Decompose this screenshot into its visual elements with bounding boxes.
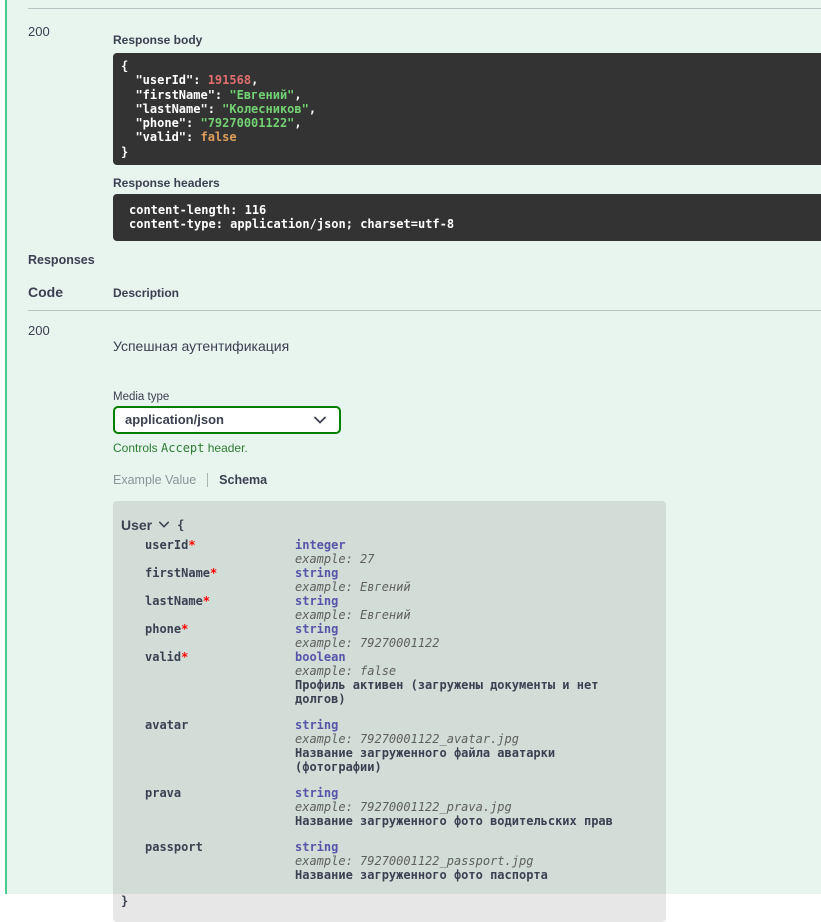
media-type-select[interactable]: application/json	[113, 405, 341, 434]
chevron-down-icon	[313, 415, 327, 425]
required-star: *	[181, 621, 189, 636]
accept-header-code: Accept	[161, 440, 205, 455]
field-example: example: 79270001122_avatar.jpg	[295, 731, 519, 746]
field-name: phone*	[145, 621, 189, 636]
model-field-row: avatar string example: 79270001122_avatar.…	[121, 718, 646, 774]
field-type: integer	[295, 537, 346, 552]
tab-example-value[interactable]: Example Value	[113, 473, 196, 487]
model-field-row: phone* string example: 79270001122	[121, 622, 646, 650]
model-field-row: firstName* string example: Евгений	[121, 566, 646, 594]
field-type: string	[295, 621, 339, 636]
field-description: Профиль активен (загружены документы и н…	[295, 677, 599, 706]
response-body-label: Response body	[113, 33, 203, 47]
field-name: avatar	[145, 717, 189, 732]
field-example: example: Евгений	[295, 607, 411, 622]
model-field-row: userId* integer example: 27	[121, 538, 646, 566]
media-type-label: Media type	[113, 390, 170, 403]
model-close-brace: }	[121, 893, 129, 908]
live-response-status-code: 200	[28, 24, 50, 39]
model-field-row: valid* boolean example: false Профиль актив…	[121, 650, 646, 706]
field-type: string	[295, 717, 339, 732]
field-description: Название загруженного файла аватарки (фо…	[295, 745, 556, 774]
field-example: example: 79270001122_passport.jpg	[295, 853, 534, 868]
field-type: string	[295, 785, 339, 800]
field-type: string	[295, 565, 339, 580]
responses-table-head: Code Description	[28, 284, 821, 300]
response-description: Успешная аутентификация	[113, 337, 290, 354]
model-open-brace: {	[177, 517, 185, 532]
model-field-row: prava string example: 79270001122_prava.jp…	[121, 786, 646, 828]
field-name: passport	[145, 839, 203, 854]
operation-block: 200 Response body { "userId": 191568, "f…	[5, 0, 821, 922]
response-doc-status-code: 200	[28, 322, 50, 338]
controls-accept-note: Controls Accept header.	[113, 440, 248, 455]
field-example: example: 79270001122_prava.jpg	[295, 799, 512, 814]
description-column-header: Description	[113, 285, 180, 300]
response-headers-label: Response headers	[113, 176, 220, 191]
model-fields: userId* integer example: 27 firstName* strin…	[121, 538, 646, 882]
response-headers-code: content-length: 116 content-type: applica…	[113, 194, 821, 241]
field-example: example: Евгений	[295, 579, 411, 594]
code-column-header: Code	[28, 283, 63, 300]
field-name: firstName*	[145, 565, 218, 580]
model-field-row: lastName* string example: Евгений	[121, 594, 646, 622]
field-name: valid*	[145, 649, 189, 664]
field-name: lastName*	[145, 593, 211, 608]
required-star: *	[210, 565, 218, 580]
field-example: example: 27	[295, 551, 375, 566]
required-star: *	[188, 537, 196, 552]
model-example-tabs: Example Value Schema	[113, 472, 821, 487]
media-type-selected-value: application/json	[125, 412, 224, 428]
model-box: User { userId* integer example: 27 firstNam…	[113, 500, 666, 922]
field-type: boolean	[295, 649, 346, 664]
model-field-row: passport string example: 79270001122_passp…	[121, 840, 646, 882]
field-description: Название загруженного фото паспорта	[295, 867, 548, 882]
field-name: prava	[145, 785, 182, 800]
response-body-code: { "userId": 191568, "firstName": "Евгени…	[113, 53, 821, 166]
field-name: userId*	[145, 537, 196, 552]
field-description: Название загруженного фото водительских …	[295, 813, 613, 828]
model-collapse-toggle[interactable]	[158, 520, 170, 529]
responses-section-title: Responses	[28, 252, 95, 267]
field-example: example: false	[295, 663, 397, 678]
tab-schema[interactable]: Schema	[207, 472, 267, 487]
live-response-row: 200 Response body { "userId": 191568, "f…	[28, 9, 821, 241]
model-title: User	[121, 516, 153, 533]
field-example: example: 79270001122	[295, 635, 440, 650]
field-type: string	[295, 593, 339, 608]
required-star: *	[202, 593, 211, 608]
field-type: string	[295, 839, 339, 854]
response-doc-row: 200 Успешная аутентификация Media type a…	[28, 311, 821, 922]
required-star: *	[181, 649, 189, 664]
